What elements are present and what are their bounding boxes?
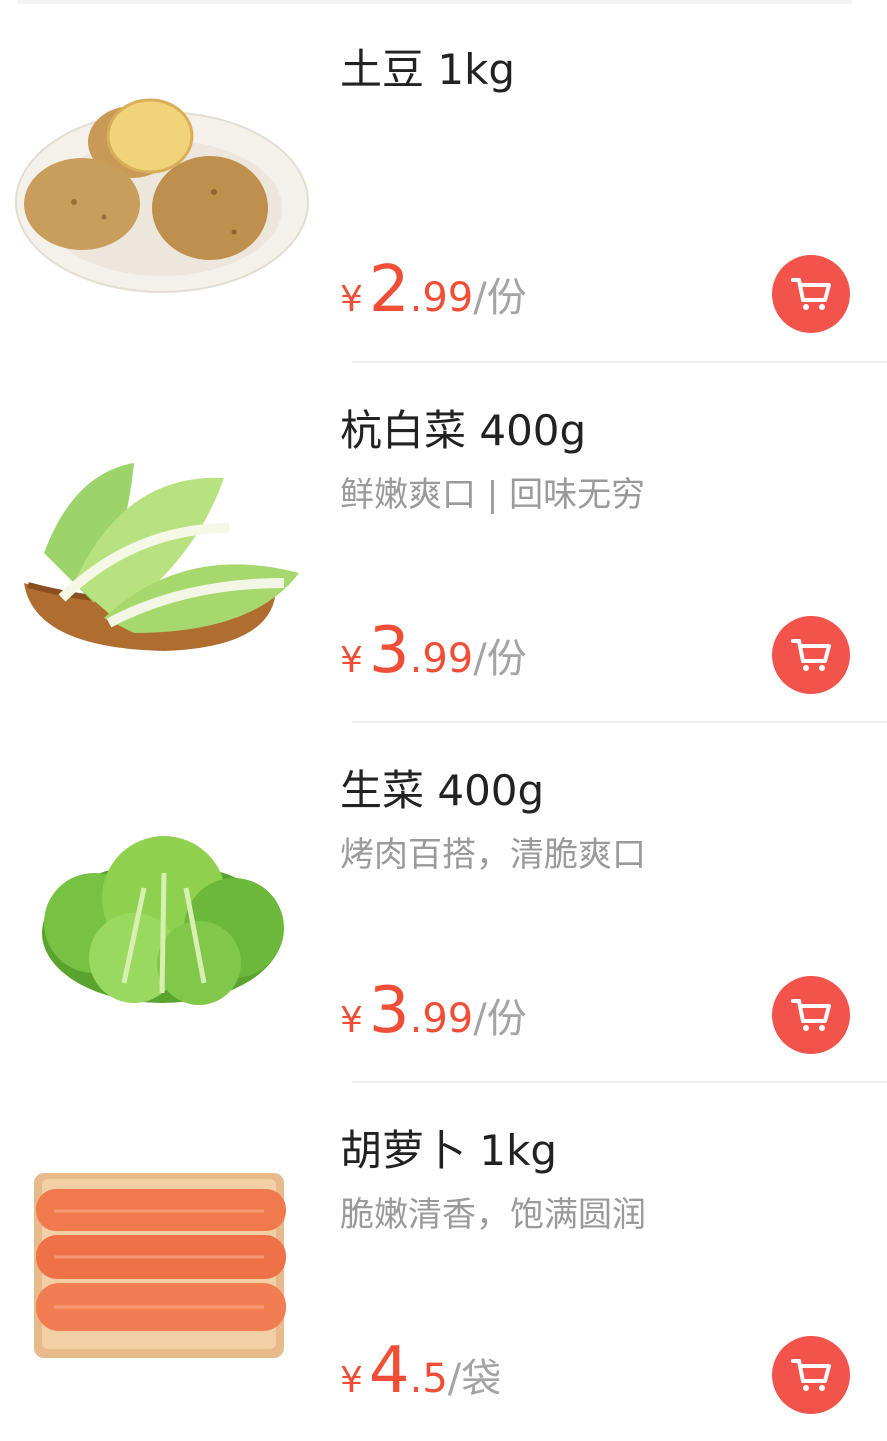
product-price: ¥4.5/袋 [340,1334,502,1408]
shopping-cart-icon [791,278,831,310]
lettuce-image [42,836,284,1005]
product-description: 烤肉百搭，清脆爽口 [340,835,646,875]
carrot-image [34,1173,286,1358]
product-description: 脆嫩清香，饱满圆润 [340,1195,646,1235]
product-description: 鲜嫩爽口 | 回味无穷 [340,475,646,515]
product-card-potato[interactable]: 土豆 1kg ¥2.99/份 [0,0,887,360]
shopping-cart-icon [791,999,831,1031]
shopping-cart-icon [791,639,831,671]
add-to-cart-button[interactable] [772,616,850,694]
cabbage-image [24,463,299,651]
product-price: ¥3.99/份 [340,614,527,688]
product-price: ¥2.99/份 [340,253,527,327]
add-to-cart-button[interactable] [772,1336,850,1414]
item-divider [352,721,887,723]
item-divider [352,1081,887,1083]
potato-image [15,98,309,293]
add-to-cart-button[interactable] [772,976,850,1054]
shopping-cart-icon [791,1359,831,1391]
product-name: 胡萝卜 1kg [340,1126,558,1175]
item-divider [352,361,887,363]
product-card-lettuce[interactable]: 生菜 400g 烤肉百搭，清脆爽口 ¥3.99/份 [0,721,887,1081]
product-price: ¥3.99/份 [340,974,527,1048]
product-name: 土豆 1kg [340,45,516,94]
product-card-carrot[interactable]: 胡萝卜 1kg 脆嫩清香，饱满圆润 ¥4.5/袋 [0,1081,887,1441]
add-to-cart-button[interactable] [772,255,850,333]
product-name: 杭白菜 400g [340,406,587,455]
product-card-cabbage[interactable]: 杭白菜 400g 鲜嫩爽口 | 回味无穷 ¥3.99/份 [0,361,887,721]
product-name: 生菜 400g [340,766,545,815]
